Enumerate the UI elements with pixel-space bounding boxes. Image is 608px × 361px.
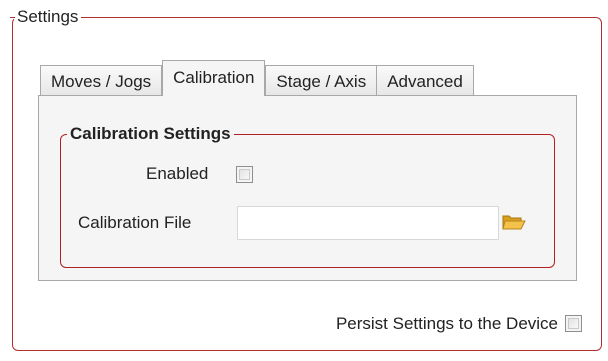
persist-settings-label: Persist Settings to the Device bbox=[335, 314, 558, 333]
enabled-checkbox[interactable] bbox=[236, 166, 253, 183]
calibration-settings-group: Calibration Settings Enabled Calibration… bbox=[60, 122, 555, 268]
calibration-tab-panel: Calibration Settings Enabled Calibration… bbox=[38, 95, 577, 281]
persist-settings-checkbox[interactable] bbox=[565, 315, 582, 332]
tab-advanced[interactable]: Advanced bbox=[376, 65, 474, 96]
settings-group-title: Settings bbox=[9, 4, 82, 30]
tab-stage-axis[interactable]: Stage / Axis bbox=[265, 65, 378, 96]
calibration-file-label: Calibration File bbox=[78, 213, 192, 232]
tab-moves-jogs[interactable]: Moves / Jogs bbox=[40, 65, 163, 96]
settings-tab-strip: Moves / Jogs Calibration Stage / Axis Ad… bbox=[40, 60, 474, 96]
open-folder-icon bbox=[502, 215, 526, 230]
enabled-label: Enabled bbox=[146, 164, 209, 183]
browse-calibration-file-button[interactable] bbox=[501, 210, 527, 234]
calibration-settings-title: Calibration Settings bbox=[67, 122, 234, 146]
tab-calibration[interactable]: Calibration bbox=[162, 60, 266, 96]
calibration-file-input[interactable] bbox=[237, 206, 499, 240]
